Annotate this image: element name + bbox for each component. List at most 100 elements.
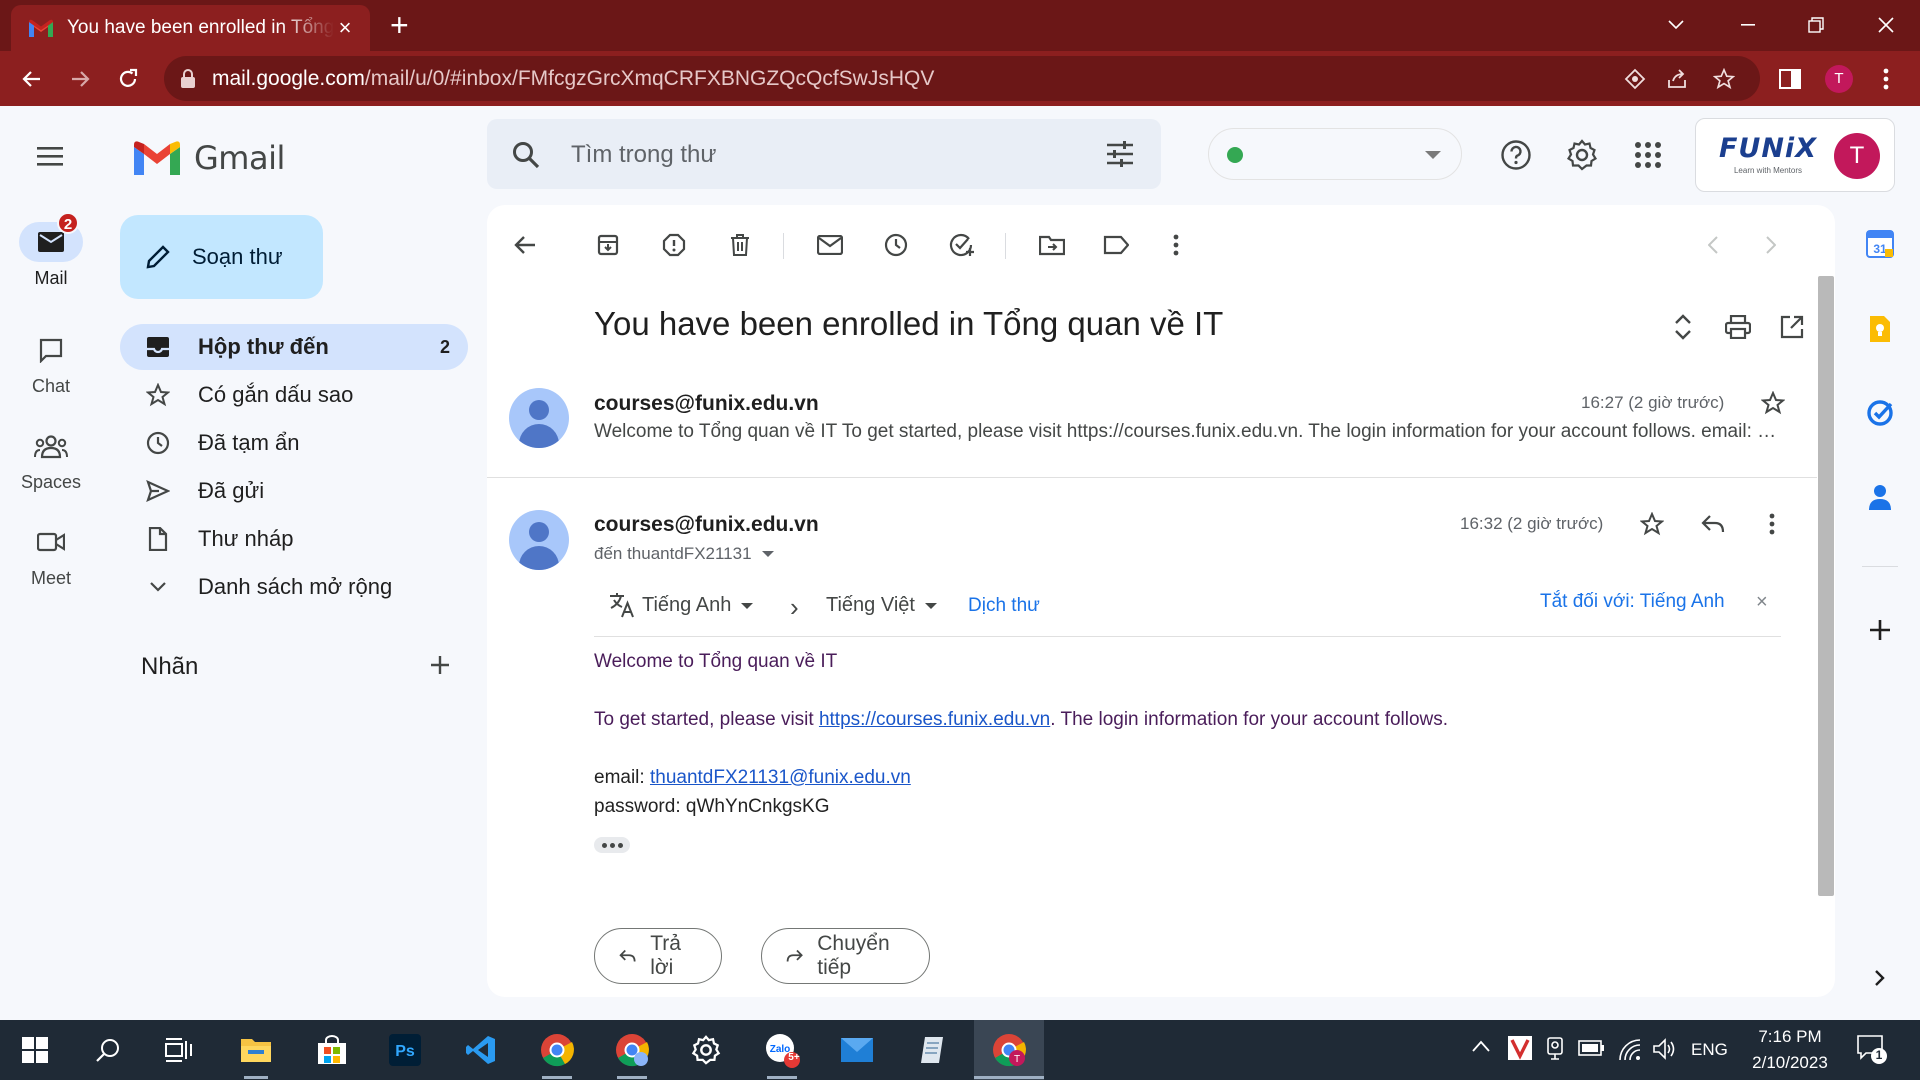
account-avatar[interactable]: T xyxy=(1834,133,1880,179)
snooze-clock-icon[interactable] xyxy=(876,225,916,265)
battery-icon[interactable] xyxy=(1578,1038,1606,1058)
site-settings-icon[interactable] xyxy=(1622,66,1648,92)
close-translate-icon[interactable]: × xyxy=(1756,591,1768,614)
gmail-logo[interactable]: Gmail xyxy=(134,139,285,177)
task-view-icon[interactable] xyxy=(159,1030,199,1070)
label-tag-icon[interactable] xyxy=(1096,225,1136,265)
google-apps-icon[interactable] xyxy=(1628,135,1668,175)
rail-meet[interactable]: Meet xyxy=(10,522,92,589)
mark-unread-icon[interactable] xyxy=(810,225,850,265)
expand-side-panel-icon[interactable] xyxy=(1862,960,1898,996)
older-chevron-right-icon[interactable] xyxy=(1751,225,1791,265)
nav-item-sent[interactable]: Đã gửi xyxy=(120,468,468,514)
delete-trash-icon[interactable] xyxy=(720,225,760,265)
sender-email[interactable]: courses@funix.edu.vn xyxy=(594,513,819,537)
message-snippet[interactable]: Welcome to Tổng quan về IT To get starte… xyxy=(594,421,1780,443)
settings-gear-icon[interactable] xyxy=(1562,135,1602,175)
antivirus-tray-icon[interactable] xyxy=(1508,1036,1532,1060)
sender-avatar[interactable] xyxy=(509,510,569,570)
wifi-icon[interactable] xyxy=(1618,1038,1642,1060)
forward-button[interactable]: Chuyển tiếp xyxy=(761,928,930,984)
vscode-icon[interactable] xyxy=(461,1030,501,1070)
sender-email[interactable]: courses@funix.edu.vn xyxy=(594,392,819,416)
windows-start-icon[interactable] xyxy=(15,1030,55,1070)
target-language-select[interactable]: Tiếng Việt xyxy=(826,594,937,617)
rail-spaces[interactable]: Spaces xyxy=(10,426,92,493)
browser-tab[interactable]: You have been enrolled in Tổng quan về I… xyxy=(11,5,370,51)
meet-now-tray-icon[interactable] xyxy=(1545,1036,1567,1060)
get-addons-plus-icon[interactable] xyxy=(1862,612,1898,648)
chrome-profile-icon[interactable] xyxy=(612,1030,652,1070)
forward-arrow-icon[interactable] xyxy=(64,63,96,95)
browser-profile-avatar[interactable]: T xyxy=(1825,65,1853,93)
recipient-line[interactable]: đến thuantdFX21131 xyxy=(594,544,774,564)
microsoft-store-icon[interactable] xyxy=(312,1030,352,1070)
new-tab-button[interactable]: + xyxy=(390,9,409,41)
browser-menu-icon[interactable] xyxy=(1870,63,1902,95)
minimize-icon[interactable] xyxy=(1718,8,1778,42)
file-explorer-icon[interactable] xyxy=(236,1030,276,1070)
show-hidden-icons-chevron-icon[interactable] xyxy=(1472,1040,1490,1052)
search-options-icon[interactable] xyxy=(1105,140,1135,168)
taskbar-search-icon[interactable] xyxy=(88,1030,128,1070)
star-message-icon[interactable] xyxy=(1634,506,1670,542)
reload-icon[interactable] xyxy=(112,63,144,95)
nav-item-starred[interactable]: Có gắn dấu sao xyxy=(120,372,468,418)
close-window-icon[interactable] xyxy=(1856,8,1916,42)
main-menu-icon[interactable] xyxy=(30,136,70,176)
chrome-icon[interactable] xyxy=(537,1030,577,1070)
rail-chat[interactable]: Chat xyxy=(10,330,92,397)
open-new-window-icon[interactable] xyxy=(1774,309,1810,345)
translate-message-link[interactable]: Dịch thư xyxy=(968,595,1040,617)
account-switcher[interactable]: FUNiX Learn with Mentors T xyxy=(1695,118,1895,192)
report-spam-icon[interactable] xyxy=(654,225,694,265)
email-address-link[interactable]: thuantdFX21131@funix.edu.vn xyxy=(650,767,911,788)
notes-app-icon[interactable] xyxy=(912,1030,952,1070)
message-more-icon[interactable] xyxy=(1754,506,1790,542)
compose-button[interactable]: Soạn thư xyxy=(120,215,323,299)
calendar-icon[interactable]: 31 xyxy=(1862,226,1898,262)
volume-icon[interactable] xyxy=(1652,1038,1676,1060)
show-trimmed-content-button[interactable] xyxy=(594,837,630,853)
tab-search-icon[interactable] xyxy=(1646,8,1706,42)
status-selector[interactable] xyxy=(1208,128,1462,180)
zalo-icon[interactable]: Zalo 5+ xyxy=(762,1030,802,1070)
archive-icon[interactable] xyxy=(588,225,628,265)
settings-app-icon[interactable] xyxy=(686,1030,726,1070)
nav-item-snoozed[interactable]: Đã tạm ẩn xyxy=(120,420,468,466)
rail-mail[interactable]: 2 Mail xyxy=(10,212,92,289)
nav-item-more[interactable]: Danh sách mở rộng xyxy=(120,564,468,610)
search-bar[interactable]: Tìm trong thư xyxy=(487,119,1161,189)
nav-item-drafts[interactable]: Thư nháp xyxy=(120,516,468,562)
bookmark-star-icon[interactable] xyxy=(1711,66,1737,92)
move-to-folder-icon[interactable] xyxy=(1032,225,1072,265)
keep-icon[interactable] xyxy=(1862,311,1898,347)
reply-button[interactable]: Trả lời xyxy=(594,928,722,984)
newer-chevron-left-icon[interactable] xyxy=(1693,225,1733,265)
input-language-indicator[interactable]: ENG xyxy=(1691,1040,1728,1060)
print-icon[interactable] xyxy=(1720,309,1756,345)
contacts-icon[interactable] xyxy=(1862,479,1898,515)
help-icon[interactable] xyxy=(1496,135,1536,175)
photoshop-icon[interactable]: Ps xyxy=(385,1030,425,1070)
source-language-select[interactable]: Tiếng Anh xyxy=(642,594,754,617)
sender-avatar[interactable] xyxy=(509,388,569,448)
expand-all-icon[interactable] xyxy=(1665,309,1701,345)
restore-icon[interactable] xyxy=(1786,8,1846,42)
star-message-icon[interactable] xyxy=(1755,385,1791,421)
side-panel-icon[interactable] xyxy=(1774,63,1806,95)
more-options-icon[interactable] xyxy=(1156,225,1196,265)
add-to-tasks-icon[interactable] xyxy=(942,225,982,265)
share-icon[interactable] xyxy=(1664,66,1690,92)
back-to-inbox-icon[interactable] xyxy=(505,225,545,265)
tasks-icon[interactable] xyxy=(1862,395,1898,431)
courses-link[interactable]: https://courses.funix.edu.vn xyxy=(819,709,1050,730)
tab-close-icon[interactable]: × xyxy=(334,17,356,39)
address-bar[interactable]: mail.google.com/mail/u/0/#inbox/FMfcgzGr… xyxy=(164,56,1760,101)
notification-center-icon[interactable]: 1 xyxy=(1857,1034,1887,1064)
back-arrow-icon[interactable] xyxy=(16,63,48,95)
scrollbar[interactable] xyxy=(1818,276,1834,896)
search-icon[interactable] xyxy=(511,140,541,170)
nav-item-inbox[interactable]: Hộp thư đến 2 xyxy=(120,324,468,370)
chrome-active-icon[interactable]: T xyxy=(989,1030,1029,1070)
